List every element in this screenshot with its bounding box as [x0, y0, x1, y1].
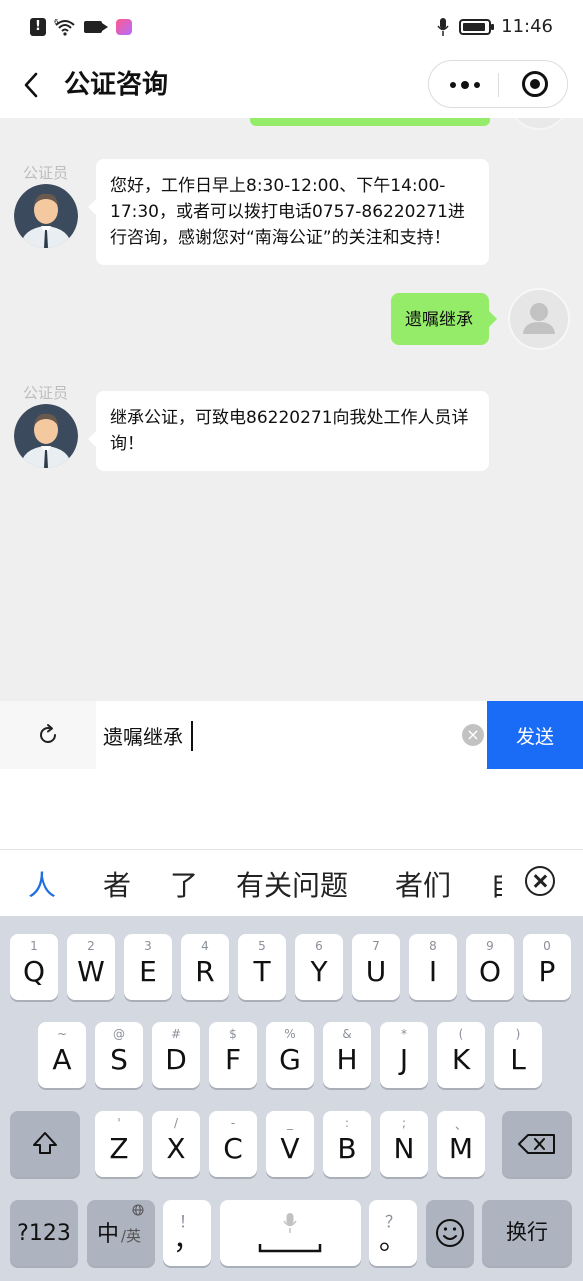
key-o[interactable]: 9O [466, 934, 514, 1000]
blank-area [0, 769, 583, 849]
status-left: ! 6 [30, 18, 132, 36]
space-bar-icon [258, 1244, 322, 1253]
key-k[interactable]: (K [437, 1022, 485, 1088]
backspace-key[interactable] [502, 1111, 572, 1177]
candidate-word[interactable]: 者们 [395, 864, 451, 904]
battery-icon [459, 18, 495, 35]
key-j[interactable]: * J [380, 1022, 428, 1088]
candidate-word[interactable]: 自 [490, 864, 502, 904]
key-p[interactable]: 0P [523, 934, 571, 1000]
ime-candidate-bar: 人 者 了 有关问题 者们 自 [0, 849, 583, 916]
shift-icon [33, 1132, 57, 1154]
partial-message-bubble [250, 118, 490, 126]
key-h[interactable]: & H [323, 1022, 371, 1088]
close-mini-program-button[interactable] [499, 61, 569, 107]
notary-avatar[interactable] [14, 404, 78, 468]
key-q[interactable]: 1Q [10, 934, 58, 1000]
message-bubble: 您好，工作日早上8:30-12:00、下午14:00-17:30，或者可以拨打电… [88, 159, 489, 265]
key-z[interactable]: ' Z [95, 1111, 143, 1177]
globe-icon [132, 1204, 144, 1216]
status-right: 11:46 [437, 16, 553, 37]
message-bubble: 继承公证，可致电86220271向我处工作人员详询！ [88, 391, 489, 471]
key-b[interactable]: :B [323, 1111, 371, 1177]
video-camera-icon [84, 21, 108, 33]
target-icon [522, 71, 548, 97]
more-options-button[interactable] [429, 61, 499, 107]
text-caret [191, 721, 193, 751]
candidate-word[interactable]: 有关问题 [236, 864, 348, 904]
refresh-button[interactable] [0, 701, 96, 769]
candidate-overflow: 自 [490, 850, 502, 917]
partial-user-avatar [508, 118, 570, 130]
notary-avatar-icon [14, 184, 78, 248]
candidate-word[interactable]: 者 [103, 864, 131, 904]
key-s[interactable]: @ S [95, 1022, 143, 1088]
key-x[interactable]: / X [152, 1111, 200, 1177]
emoji-key[interactable] [426, 1200, 474, 1266]
mini-program-capsule [428, 60, 568, 108]
nav-bar: 公证咨询 [0, 56, 583, 118]
app-notification-icon [116, 19, 132, 35]
backspace-icon [518, 1134, 555, 1154]
message-input[interactable] [96, 701, 486, 769]
chat-area[interactable]: 公证员 您好，工作日早上8:30-12:00、下午14:00-17:30，或者可… [0, 118, 583, 701]
key-t[interactable]: 5T [238, 934, 286, 1000]
user-avatar[interactable] [508, 288, 570, 350]
lang-main-label: 中 [97, 1222, 120, 1247]
input-bar: × 发送 [0, 701, 583, 769]
key-u[interactable]: 7U [352, 934, 400, 1000]
candidate-word[interactable]: 了 [170, 864, 198, 904]
dot-icon [461, 81, 469, 89]
my-message-bubble: 遗嘱继承 [391, 293, 497, 345]
comma-key[interactable]: ！ ， [163, 1200, 211, 1266]
numbers-key[interactable]: ?123 [10, 1200, 78, 1266]
network-badge: 6 [54, 18, 59, 26]
microphone-icon [283, 1213, 297, 1233]
key-c[interactable]: -C [209, 1111, 257, 1177]
key-n[interactable]: ; N [380, 1111, 428, 1177]
key-a[interactable]: ~ A [38, 1022, 86, 1088]
period-key[interactable]: ？ 。 [369, 1200, 417, 1266]
key-r[interactable]: 4R [181, 934, 229, 1000]
key-y[interactable]: 6Y [295, 934, 343, 1000]
collapse-keyboard-icon[interactable] [525, 866, 555, 896]
keyboard: 1Q 2W 3E 4R 5T 6Y 7U 8I 9O 0P ~ A @ S # D $… [0, 916, 583, 1281]
key-d[interactable]: # D [152, 1022, 200, 1088]
notary-avatar[interactable] [14, 184, 78, 248]
candidate-word[interactable]: 人 [28, 864, 56, 904]
refresh-icon [40, 724, 56, 743]
alert-icon: ! [30, 18, 46, 36]
dot-icon [450, 82, 456, 88]
key-e[interactable]: 3E [124, 934, 172, 1000]
lang-sub-label: /英 [121, 1227, 142, 1245]
key-v[interactable]: _ V [266, 1111, 314, 1177]
sender-name: 公证员 [23, 164, 69, 182]
emoji-icon [436, 1219, 464, 1247]
key-i[interactable]: 8I [409, 934, 457, 1000]
notary-avatar-icon [14, 404, 78, 468]
shift-key[interactable] [10, 1111, 80, 1177]
back-arrow-icon[interactable] [18, 68, 48, 102]
sender-name: 公证员 [23, 384, 69, 402]
dot-icon [474, 82, 480, 88]
microphone-icon [437, 17, 449, 36]
clear-input-icon[interactable]: × [462, 724, 484, 746]
wifi-icon: 6 [54, 18, 75, 36]
send-button[interactable]: 发送 [487, 701, 583, 769]
user-avatar-icon [523, 303, 555, 334]
status-bar: ! 6 11:46 [0, 0, 583, 56]
key-w[interactable]: 2W [67, 934, 115, 1000]
key-l[interactable]: ) L [494, 1022, 542, 1088]
language-switch-key[interactable]: 中 /英 [87, 1200, 155, 1266]
status-time: 11:46 [501, 16, 553, 37]
key-g[interactable]: % G [266, 1022, 314, 1088]
space-key[interactable] [220, 1200, 361, 1266]
page-title: 公证咨询 [64, 70, 169, 100]
key-m[interactable]: 、 M [437, 1111, 485, 1177]
enter-key[interactable]: 换行 [482, 1200, 572, 1266]
key-f[interactable]: $ F [209, 1022, 257, 1088]
